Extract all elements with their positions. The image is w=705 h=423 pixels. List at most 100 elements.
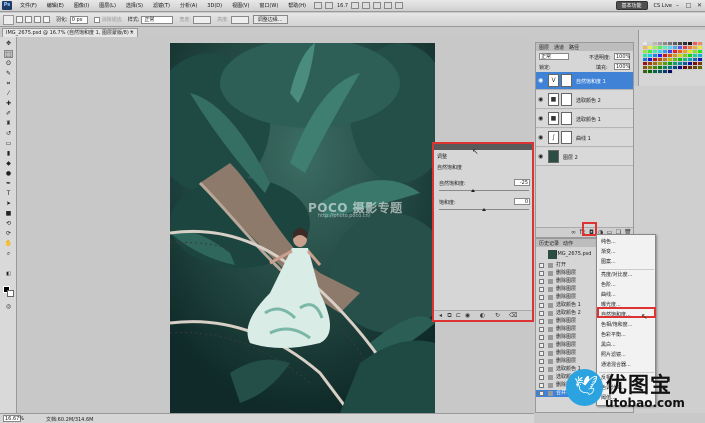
history-brush-source-box[interactable] (539, 287, 544, 292)
menu-item[interactable]: 照片滤镜... (601, 351, 626, 358)
history-brush-source-box[interactable] (539, 351, 544, 356)
menu-item[interactable]: 纯色... (601, 238, 616, 245)
clip-layer-icon[interactable]: ⊏ (455, 312, 462, 319)
layer-row[interactable]: ◉ 图层 2 (536, 148, 633, 166)
minibridge-button[interactable] (324, 2, 333, 9)
hand-tool-button[interactable] (351, 2, 360, 9)
zoom-field[interactable]: 16.67% (3, 415, 24, 422)
eye-icon[interactable]: ◉ (538, 78, 545, 84)
menu-image[interactable]: 图像(I) (69, 0, 94, 12)
intersect-selection-icon[interactable] (43, 16, 50, 23)
opacity-input[interactable]: 100% (614, 53, 630, 60)
history-brush-source-box[interactable] (539, 359, 544, 364)
history-brush-tool-icon[interactable]: ↺ (4, 130, 13, 138)
document-info[interactable]: 文档:60.2M/314.6M (46, 416, 93, 423)
menu-item[interactable]: 亮度/对比度... (601, 271, 632, 278)
history-brush-source-box[interactable] (539, 295, 544, 300)
vibrance-input[interactable]: -25 (514, 179, 530, 186)
layer-row[interactable]: ◉ V 自然饱和度 1 (536, 72, 633, 90)
history-brush-source-box[interactable] (539, 343, 544, 348)
dodge-tool-icon[interactable]: ● (4, 170, 13, 178)
quick-mask-icon[interactable]: ◎ (4, 303, 13, 311)
menu-edit[interactable]: 编辑(E) (42, 0, 69, 12)
feather-input[interactable]: 0 px (69, 15, 88, 24)
stamp-tool-icon[interactable]: ♜ (4, 120, 13, 128)
antialias-checkbox[interactable] (93, 16, 100, 23)
close-button[interactable]: ✕ (694, 1, 705, 10)
brush-tool-icon[interactable]: ✐ (4, 110, 13, 118)
tab-history[interactable]: 历史记录 (539, 240, 559, 247)
visibility-icon[interactable]: ◉ (464, 312, 471, 319)
history-brush-source-box[interactable] (539, 319, 544, 324)
menu-layer[interactable]: 图层(L) (94, 0, 121, 12)
type-tool-icon[interactable]: T (4, 190, 13, 198)
blend-mode-select[interactable]: 正常 (539, 53, 569, 60)
history-brush-source-box[interactable] (539, 383, 544, 388)
history-brush-source-box[interactable] (539, 311, 544, 316)
saturation-slider-thumb[interactable] (482, 208, 486, 211)
delete-adjustment-icon[interactable]: ⌫ (509, 312, 517, 319)
menu-item[interactable]: 图案... (601, 258, 616, 265)
default-colors-icon[interactable]: ◧ (4, 270, 13, 278)
layer-row[interactable]: ◉ ∫ 曲线 1 (536, 129, 633, 147)
shape-tool-icon[interactable]: ■ (4, 210, 13, 218)
menu-3d[interactable]: 3D(D) (202, 0, 227, 12)
tab-actions[interactable]: 动作 (563, 240, 573, 247)
menu-item[interactable]: 色相/饱和度... (601, 321, 632, 328)
menu-item[interactable]: 黑白... (601, 341, 616, 348)
menu-file[interactable]: 文件(F) (15, 0, 42, 12)
zoom-tool-icon[interactable]: ⌕ (4, 250, 13, 258)
layer-row[interactable]: ◉ ■ 选取颜色 2 (536, 91, 633, 109)
reset-icon[interactable]: ↻ (494, 312, 501, 319)
expand-view-icon[interactable]: ⧉ (446, 312, 453, 319)
eye-icon[interactable]: ◉ (538, 116, 545, 122)
history-brush-source-box[interactable] (539, 367, 544, 372)
menu-window[interactable]: 窗口(W) (254, 0, 283, 12)
document-tab[interactable]: IMG_2675.psd @ 16.7% (自然饱和度 1, 图层蒙版/8) *… (2, 28, 138, 37)
panel-header-bar[interactable] (434, 144, 532, 150)
history-brush-source-box[interactable] (539, 271, 544, 276)
maximize-button[interactable]: □ (683, 1, 694, 10)
link-icon[interactable]: ∞ (570, 229, 577, 236)
history-brush-source-box[interactable] (539, 303, 544, 308)
menu-item[interactable]: 曲线... (601, 291, 616, 298)
history-brush-source-box[interactable] (539, 335, 544, 340)
layer-mask-thumb[interactable] (561, 93, 572, 106)
crop-tool-icon[interactable]: ⌗ (4, 80, 13, 88)
workspace-essentials-button[interactable]: 基本功能 (615, 1, 648, 10)
tab-paths[interactable]: 路径 (569, 44, 579, 51)
menu-item[interactable]: 渐变... (601, 248, 616, 255)
arrange-docs-button[interactable] (384, 2, 393, 9)
background-color-swatch[interactable] (7, 290, 14, 297)
color-swatch[interactable] (698, 66, 703, 70)
layer-row[interactable]: ◉ ■ 选取颜色 1 (536, 110, 633, 128)
refine-edge-button[interactable]: 调整边缘... (252, 15, 288, 24)
eye-icon[interactable]: ◉ (538, 135, 545, 141)
3d-orbit-tool-icon[interactable]: ⟳ (4, 230, 13, 238)
layer-mask-thumb[interactable] (561, 131, 572, 144)
zoom-tool-button[interactable] (362, 2, 371, 9)
history-brush-source-box[interactable] (539, 375, 544, 380)
lasso-tool-icon[interactable]: ʘ (4, 60, 13, 68)
tab-layers[interactable]: 图层 (539, 44, 549, 51)
menu-item[interactable]: 色彩平衡... (601, 331, 626, 338)
close-tab-icon[interactable]: × (130, 29, 134, 37)
saturation-input[interactable]: 0 (514, 198, 530, 205)
quick-select-tool-icon[interactable]: ✎ (4, 70, 13, 78)
history-brush-source-box[interactable] (539, 279, 544, 284)
eraser-tool-icon[interactable]: ▭ (4, 140, 13, 148)
document-photo[interactable]: POCO 摄影专题 http://photo.poco.cn/ (170, 43, 435, 413)
zoom-level[interactable]: 16.7 (337, 3, 348, 9)
color-swatch[interactable] (668, 70, 673, 74)
tab-channels[interactable]: 通道 (554, 44, 564, 51)
history-brush-source-box[interactable] (539, 391, 544, 396)
hand-tool-icon[interactable]: ✋ (4, 240, 13, 248)
layer-mask-thumb[interactable] (561, 112, 572, 125)
style-select[interactable]: 正常 (141, 15, 174, 24)
history-brush-source-box[interactable] (539, 327, 544, 332)
rotate-view-button[interactable] (373, 2, 382, 9)
previous-state-icon[interactable]: ◐ (479, 312, 486, 319)
blur-tool-icon[interactable]: ◆ (4, 160, 13, 168)
marquee-tool-icon[interactable]: ⬚ (4, 50, 13, 58)
menu-item[interactable]: 色阶... (601, 281, 616, 288)
